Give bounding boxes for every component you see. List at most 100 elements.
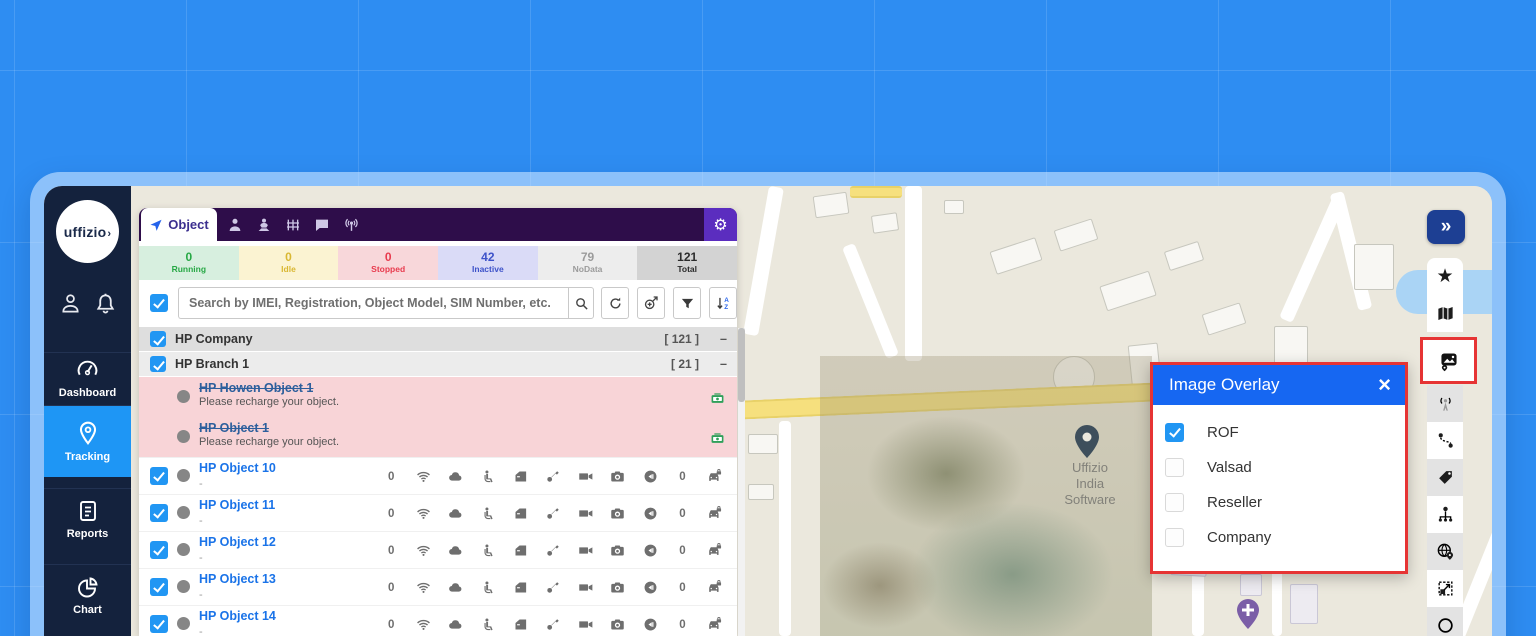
object-row-expired[interactable]: HP Object 1 Please recharge your object. <box>139 417 737 457</box>
search-button[interactable] <box>568 287 594 319</box>
option-checkbox[interactable] <box>1165 423 1184 442</box>
add-object-button[interactable] <box>637 287 665 319</box>
geofence-icon[interactable] <box>285 217 301 233</box>
object-name[interactable]: HP Object 13 <box>199 572 276 586</box>
door-icon <box>513 617 528 632</box>
tab-object[interactable]: Object <box>141 208 217 241</box>
object-name[interactable]: HP Object 1 <box>199 421 737 435</box>
clustering-button[interactable] <box>1427 496 1463 533</box>
object-name[interactable]: HP Object 12 <box>199 535 276 549</box>
route-button[interactable] <box>1427 422 1463 459</box>
image-overlay-button[interactable] <box>1420 337 1477 384</box>
geo-pin-button[interactable] <box>1427 533 1463 570</box>
search-row: AZ <box>139 287 737 319</box>
count-left: 0 <box>375 619 407 631</box>
panel-tabbar: Object ⚙ <box>139 208 737 241</box>
map-type-button[interactable] <box>1427 295 1463 332</box>
map-building <box>1354 244 1394 290</box>
row-checkbox[interactable] <box>150 615 168 633</box>
collapse-icon[interactable]: – <box>720 332 727 346</box>
collapse-icon[interactable]: – <box>720 357 727 371</box>
group-count: [ 121 ] <box>664 332 699 346</box>
filter-button[interactable] <box>673 287 701 319</box>
row-checkbox[interactable] <box>150 467 168 485</box>
overlay-option-reseller[interactable]: Reseller <box>1153 485 1405 520</box>
overlay-option-valsad[interactable]: Valsad <box>1153 450 1405 485</box>
object-name[interactable]: HP Object 11 <box>199 498 275 512</box>
object-row-expired[interactable]: HP Howen Object 1 Please recharge your o… <box>139 377 737 417</box>
panel-scrollbar[interactable] <box>738 328 745 636</box>
map-building <box>989 237 1042 275</box>
counter-running[interactable]: 0Running <box>139 246 239 280</box>
object-row[interactable]: HP Object 11 - 0 0 <box>139 494 737 531</box>
collapse-panel-button[interactable]: » <box>1427 210 1465 244</box>
counter-inactive[interactable]: 42Inactive <box>438 246 538 280</box>
key-icon <box>545 469 560 484</box>
message-icon[interactable] <box>314 217 330 233</box>
recharge-icon[interactable] <box>710 431 725 446</box>
object-name[interactable]: HP Object 10 <box>199 461 276 475</box>
settings-button[interactable]: ⚙ <box>704 208 737 241</box>
option-checkbox[interactable] <box>1165 528 1184 547</box>
status-dot <box>177 469 190 482</box>
group-count: [ 21 ] <box>671 357 699 371</box>
object-row[interactable]: HP Object 13 - 0 0 <box>139 568 737 605</box>
tag-button[interactable] <box>1427 459 1463 496</box>
counter-idle[interactable]: 0Idle <box>239 246 339 280</box>
sidebar-item-chart[interactable]: Chart <box>44 564 131 626</box>
close-icon[interactable]: × <box>1378 374 1391 396</box>
option-checkbox[interactable] <box>1165 493 1184 512</box>
resize-button[interactable] <box>1427 570 1463 607</box>
recharge-icon[interactable] <box>710 391 725 406</box>
counter-nodata[interactable]: 79NoData <box>538 246 638 280</box>
object-row[interactable]: HP Object 12 - 0 0 <box>139 531 737 568</box>
resize-icon <box>1436 579 1455 598</box>
map-road <box>779 421 791 636</box>
star-icon: ★ <box>1436 267 1453 286</box>
tag-icon <box>1436 468 1455 487</box>
overlay-option-company[interactable]: Company <box>1153 520 1405 555</box>
hospital-pin-icon[interactable] <box>1236 598 1260 630</box>
staff-pin-icon[interactable] <box>256 217 272 233</box>
group-checkbox[interactable] <box>150 331 166 347</box>
counter-stopped[interactable]: 0Stopped <box>338 246 438 280</box>
group-row-branch[interactable]: HP Branch 1 [ 21 ] – <box>139 352 737 376</box>
sidebar-item-reports[interactable]: Reports <box>44 488 131 550</box>
row-checkbox[interactable] <box>150 504 168 522</box>
sidebar-item-dashboard[interactable]: Dashboard <box>44 352 131 402</box>
more-button[interactable] <box>1427 607 1463 636</box>
group-checkbox[interactable] <box>150 356 166 372</box>
videocam-icon <box>578 469 593 484</box>
scrollbar-thumb[interactable] <box>738 328 745 402</box>
tower-button[interactable] <box>1427 385 1463 422</box>
poi-pin-icon[interactable] <box>1074 424 1100 458</box>
user-icon[interactable] <box>59 292 82 315</box>
car-lock-icon <box>707 580 722 595</box>
key-icon <box>545 580 560 595</box>
object-row[interactable]: HP Object 14 - 0 0 <box>139 605 737 636</box>
search-input[interactable] <box>178 287 568 319</box>
sort-az-button[interactable]: AZ <box>709 287 737 319</box>
cloud-icon <box>448 506 463 521</box>
object-name[interactable]: HP Howen Object 1 <box>199 381 737 395</box>
option-checkbox[interactable] <box>1165 458 1184 477</box>
row-checkbox[interactable] <box>150 541 168 559</box>
sidebar-item-tracking[interactable]: Tracking <box>44 405 131 477</box>
brand-logo[interactable]: uffizio <box>56 200 119 263</box>
broadcast-icon[interactable] <box>343 216 360 233</box>
object-row[interactable]: HP Object 10 - 0 0 <box>139 457 737 494</box>
row-icon-strip: 0 0 <box>375 532 731 569</box>
row-checkbox[interactable] <box>150 578 168 596</box>
counter-total[interactable]: 121Total <box>637 246 737 280</box>
favorites-button[interactable]: ★ <box>1427 258 1463 295</box>
bell-icon[interactable] <box>94 292 117 315</box>
document-icon <box>76 499 100 523</box>
select-all-checkbox[interactable] <box>150 294 168 312</box>
object-sub: - <box>199 478 203 490</box>
overlay-option-rof[interactable]: ROF <box>1153 415 1405 450</box>
object-name[interactable]: HP Object 14 <box>199 609 276 623</box>
group-row-company[interactable]: HP Company [ 121 ] – <box>139 327 737 351</box>
driver-icon[interactable] <box>227 217 243 233</box>
tower-icon <box>1436 394 1455 413</box>
refresh-button[interactable] <box>601 287 629 319</box>
